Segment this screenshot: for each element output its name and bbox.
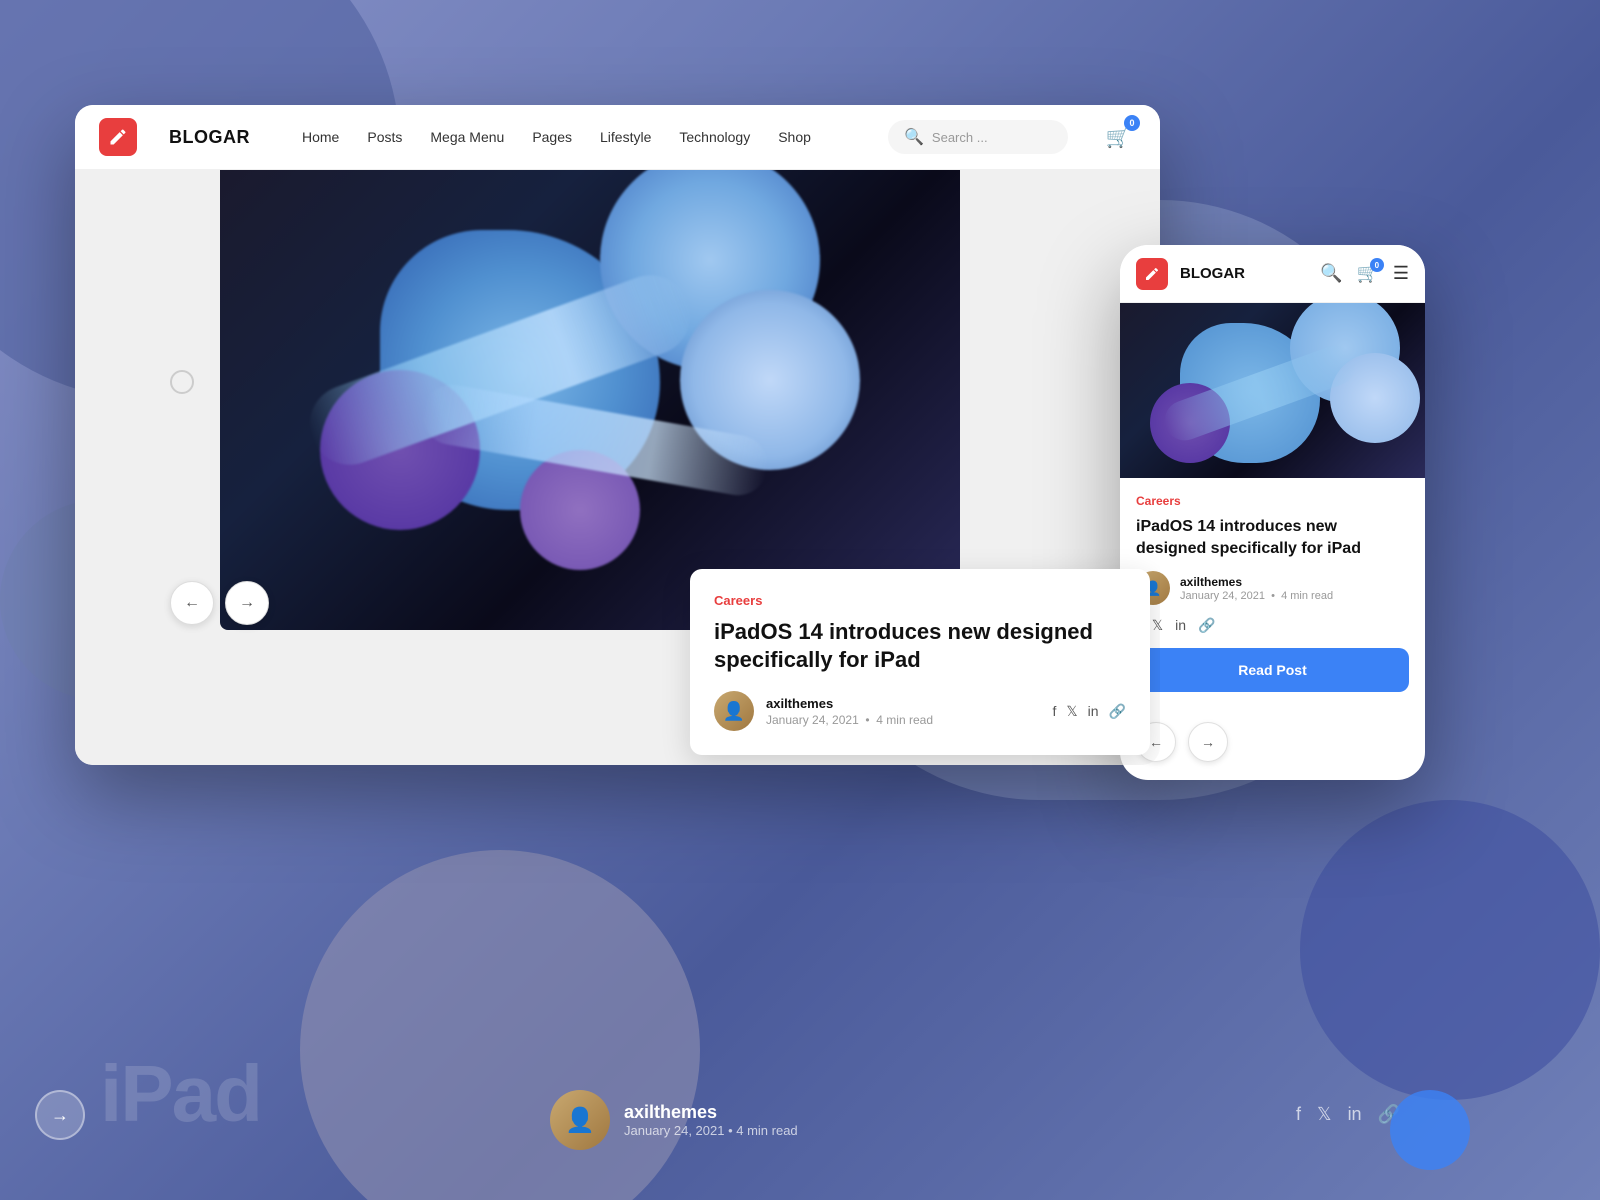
search-placeholder: Search ... — [932, 130, 988, 145]
nav-links: Home Posts Mega Menu Pages Lifestyle Tec… — [302, 129, 856, 145]
bottom-linkedin-icon[interactable]: in — [1348, 1104, 1362, 1125]
next-button[interactable]: → — [225, 581, 269, 625]
post-title: iPadOS 14 introduces new designed specif… — [714, 618, 1126, 675]
author-info: axilthemes January 24, 2021 • 4 min read — [766, 696, 1040, 727]
nav-shop[interactable]: Shop — [778, 129, 811, 145]
cart-badge: 0 — [1124, 115, 1140, 131]
bottom-author: 👤 axilthemes January 24, 2021 • 4 min re… — [550, 1090, 798, 1150]
prev-button[interactable]: ← — [170, 581, 214, 625]
social-icons: f 𝕏 in 🔗 — [1052, 703, 1126, 720]
mobile-post-title: iPadOS 14 introduces new designed specif… — [1136, 516, 1409, 559]
linkedin-icon[interactable]: in — [1088, 703, 1099, 720]
desktop-hero: ← → Careers iPadOS 14 introduces new des… — [75, 170, 1160, 765]
mobile-pen-icon — [1144, 266, 1160, 282]
mobile-nav-icons: 🔍 🛒 0 ☰ — [1320, 263, 1409, 284]
nav-technology[interactable]: Technology — [679, 129, 750, 145]
slide-indicator — [170, 370, 194, 394]
mobile-author-info: axilthemes January 24, 2021 • 4 min read — [1180, 575, 1333, 602]
mobile-logo-icon[interactable] — [1136, 258, 1168, 290]
author-meta: January 24, 2021 • 4 min read — [766, 713, 1040, 727]
mobile-cart-badge: 0 — [1370, 258, 1384, 272]
pen-icon — [108, 127, 128, 147]
mobile-mockup: LIGHT DARK BLOGAR 🔍 🛒 0 ☰ Careers iPadOS… — [1120, 245, 1425, 780]
link-icon[interactable]: 🔗 — [1109, 703, 1126, 720]
bottom-blue-blob — [1390, 1090, 1470, 1170]
post-category: Careers — [714, 593, 1126, 608]
bottom-twitter-icon[interactable]: 𝕏 — [1317, 1104, 1332, 1125]
twitter-icon[interactable]: 𝕏 — [1066, 703, 1077, 720]
desktop-mockup: BLOGAR Home Posts Mega Menu Pages Lifest… — [75, 105, 1160, 765]
post-card: Careers iPadOS 14 introduces new designe… — [690, 569, 1150, 755]
bottom-social-row: f 𝕏 in 🔗 — [1296, 1104, 1400, 1125]
bottom-author-name: axilthemes — [624, 1102, 798, 1123]
mobile-navbar: BLOGAR 🔍 🛒 0 ☰ — [1120, 245, 1425, 303]
mobile-author-row: 👤 axilthemes January 24, 2021 • 4 min re… — [1136, 571, 1409, 605]
logo-icon[interactable] — [99, 118, 137, 156]
mobile-logo-text: BLOGAR — [1180, 265, 1308, 282]
search-icon: 🔍 — [904, 127, 924, 147]
mobile-search-icon[interactable]: 🔍 — [1320, 263, 1342, 284]
nav-lifestyle[interactable]: Lifestyle — [600, 129, 651, 145]
mobile-next-button[interactable]: → — [1188, 722, 1228, 762]
mobile-hero-image — [1120, 303, 1425, 478]
hero-image — [220, 170, 960, 630]
mobile-post-content: Careers iPadOS 14 introduces new designe… — [1120, 478, 1425, 722]
post-author-row: 👤 axilthemes January 24, 2021 • 4 min re… — [714, 691, 1126, 731]
cart-icon-wrap[interactable]: 🛒 0 — [1100, 119, 1136, 155]
bottom-author-meta: January 24, 2021 • 4 min read — [624, 1123, 798, 1138]
desktop-navbar: BLOGAR Home Posts Mega Menu Pages Lifest… — [75, 105, 1160, 170]
nav-megamenu[interactable]: Mega Menu — [430, 129, 504, 145]
bottom-text: iPad — [100, 1048, 261, 1140]
mobile-post-category: Careers — [1136, 494, 1409, 508]
bg-blob — [1300, 800, 1600, 1100]
bottom-facebook-icon[interactable]: f — [1296, 1104, 1301, 1125]
read-post-button[interactable]: Read Post — [1136, 648, 1409, 692]
bottom-author-info: axilthemes January 24, 2021 • 4 min read — [624, 1102, 798, 1138]
mobile-twitter-icon[interactable]: 𝕏 — [1152, 617, 1163, 634]
mobile-nav-buttons: ← → — [1120, 722, 1425, 780]
logo-text: BLOGAR — [169, 127, 250, 148]
mobile-author-name: axilthemes — [1180, 575, 1333, 589]
mobile-social-row: f 𝕏 in 🔗 — [1136, 617, 1409, 634]
mobile-link-icon[interactable]: 🔗 — [1198, 617, 1215, 634]
author-name: axilthemes — [766, 696, 1040, 711]
bottom-next-button[interactable]: → — [35, 1090, 85, 1140]
mobile-author-meta: January 24, 2021 • 4 min read — [1180, 590, 1333, 602]
nav-home[interactable]: Home — [302, 129, 339, 145]
mobile-linkedin-icon[interactable]: in — [1175, 617, 1186, 634]
author-avatar: 👤 — [714, 691, 754, 731]
nav-pages[interactable]: Pages — [532, 129, 572, 145]
facebook-icon[interactable]: f — [1052, 703, 1056, 720]
mobile-cart-icon-wrap[interactable]: 🛒 0 — [1356, 263, 1378, 284]
nav-posts[interactable]: Posts — [367, 129, 402, 145]
search-box[interactable]: 🔍 Search ... — [888, 120, 1068, 154]
mobile-hamburger-icon[interactable]: ☰ — [1393, 263, 1409, 284]
bottom-avatar: 👤 — [550, 1090, 610, 1150]
